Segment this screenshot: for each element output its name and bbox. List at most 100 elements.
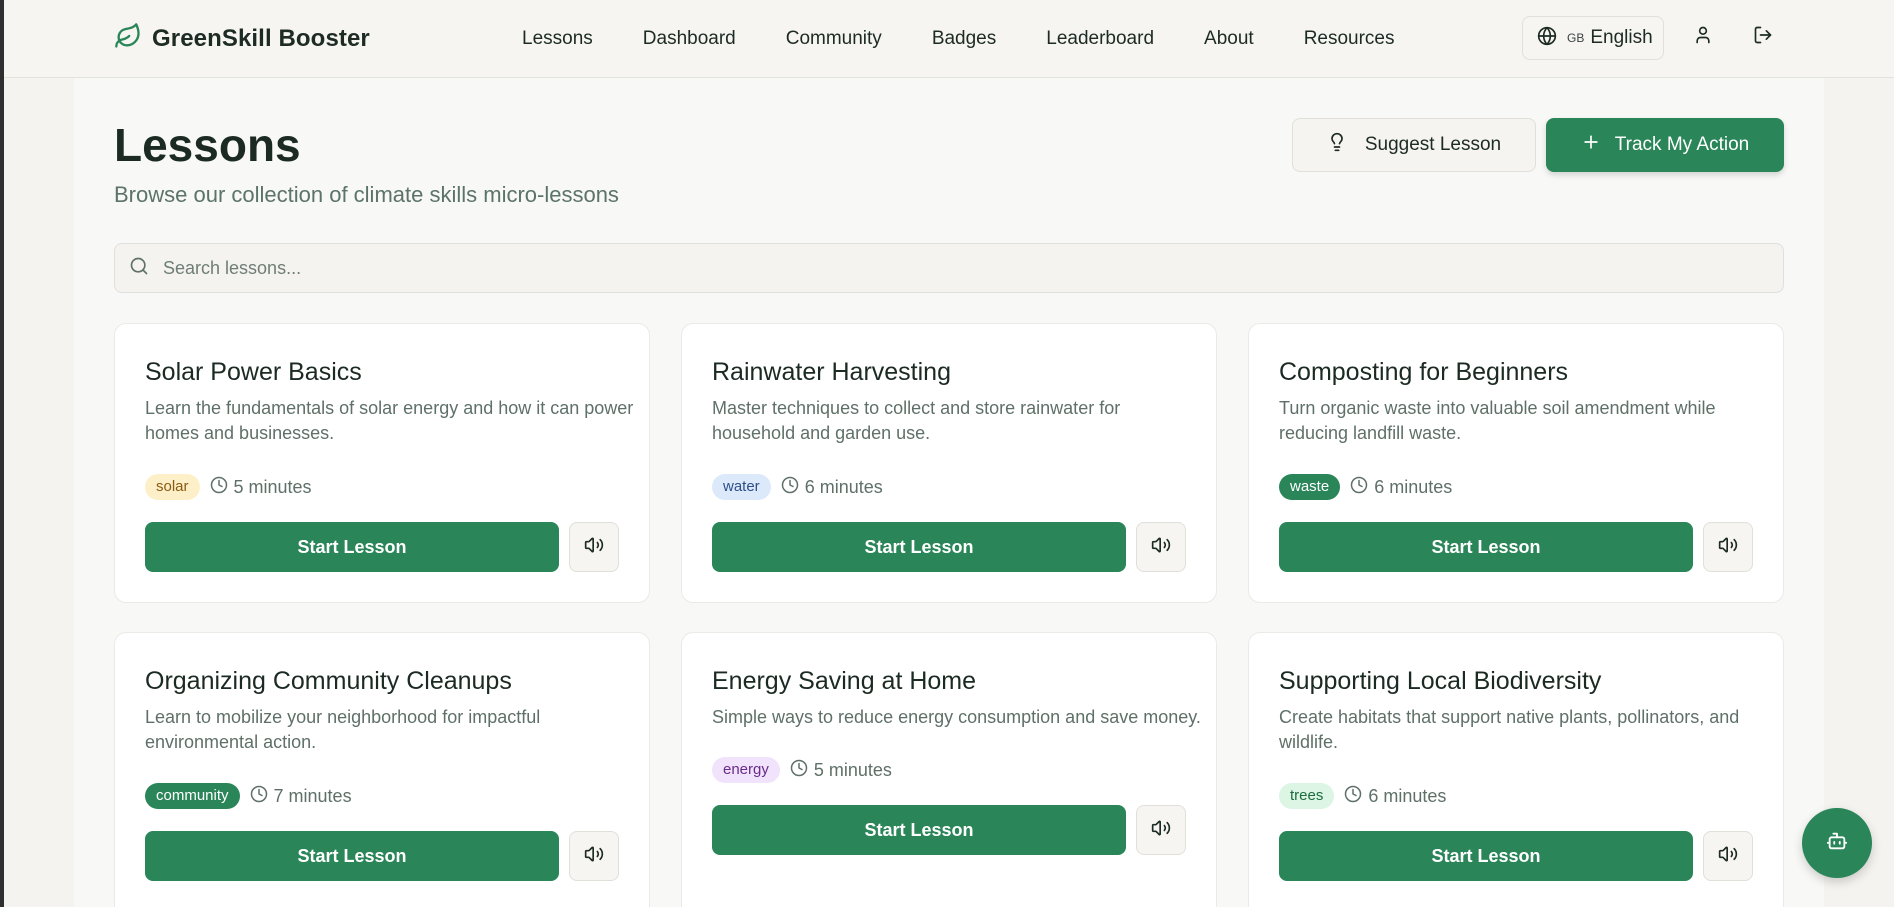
lesson-title: Energy Saving at Home (712, 667, 977, 695)
lesson-tag: solar (145, 474, 200, 500)
lesson-meta: solar 5 minutes (145, 474, 312, 500)
lesson-description: Simple ways to reduce energy consumption… (712, 707, 1201, 727)
lesson-title: Organizing Community Cleanups (145, 667, 512, 695)
duration-text: 6 minutes (1374, 476, 1453, 497)
lessons-page: Lessons Browse our collection of climate… (74, 78, 1824, 907)
lesson-title: Composting for Beginners (1279, 358, 1569, 386)
leaf-icon (114, 22, 142, 55)
listen-button[interactable] (569, 831, 619, 881)
bot-icon (1826, 830, 1848, 857)
lesson-tag: community (145, 783, 240, 809)
listen-button[interactable] (1703, 522, 1753, 572)
language-label: English (1590, 27, 1653, 48)
suggest-lesson-button[interactable]: Suggest Lesson (1292, 118, 1536, 172)
brand[interactable]: GreenSkill Booster (114, 22, 370, 55)
nav-resources[interactable]: Resources (1304, 26, 1395, 52)
lesson-duration: 6 minutes (1350, 476, 1452, 499)
plus-icon (1581, 132, 1601, 158)
suggest-lesson-label: Suggest Lesson (1364, 134, 1502, 155)
clock-icon (1350, 476, 1368, 499)
lesson-meta: community 7 minutes (145, 783, 352, 809)
lesson-card-water: Rainwater Harvesting Master techniques t… (681, 323, 1217, 603)
nav-dashboard[interactable]: Dashboard (643, 26, 736, 52)
nav-about[interactable]: About (1204, 26, 1254, 52)
speaker-icon (584, 844, 604, 869)
speaker-icon (1718, 844, 1738, 869)
lesson-duration: 6 minutes (781, 476, 883, 499)
listen-button[interactable] (1703, 831, 1753, 881)
lesson-card-energy: Energy Saving at Home Simple ways to red… (681, 632, 1217, 907)
lesson-card-waste: Composting for Beginners Turn organic wa… (1248, 323, 1784, 603)
lesson-description: Master techniques to collect and store r… (712, 398, 1121, 443)
logout-icon (1753, 25, 1773, 50)
lesson-title: Solar Power Basics (145, 358, 362, 386)
lightbulb-icon (1327, 132, 1347, 158)
top-navbar: GreenSkill Booster Lessons Dashboard Com… (4, 0, 1894, 78)
lesson-duration: 6 minutes (1344, 785, 1446, 808)
brand-name: GreenSkill Booster (152, 24, 370, 52)
lesson-tag: water (712, 474, 771, 500)
lesson-tag: trees (1279, 783, 1335, 809)
lesson-description: Create habitats that support native plan… (1279, 707, 1740, 752)
lesson-duration: 5 minutes (210, 476, 312, 499)
lesson-meta: waste 6 minutes (1279, 474, 1452, 500)
page-title: Lessons (114, 119, 301, 171)
chat-assistant-button[interactable] (1802, 808, 1872, 878)
clock-icon (250, 785, 268, 808)
search-bar[interactable] (114, 243, 1784, 293)
search-icon (129, 256, 149, 281)
lesson-card-solar: Solar Power Basics Learn the fundamental… (114, 323, 650, 603)
clock-icon (210, 476, 228, 499)
start-lesson-button[interactable]: Start Lesson (145, 522, 559, 572)
track-action-label: Track My Action (1614, 134, 1750, 155)
lesson-title: Supporting Local Biodiversity (1279, 667, 1602, 695)
globe-icon (1537, 26, 1557, 51)
lesson-description: Learn the fundamentals of solar energy a… (145, 398, 634, 443)
duration-text: 6 minutes (804, 476, 883, 497)
start-lesson-button[interactable]: Start Lesson (145, 831, 559, 881)
nav-badges[interactable]: Badges (932, 26, 996, 52)
user-icon (1693, 25, 1713, 50)
duration-text: 5 minutes (813, 759, 892, 780)
lesson-card-trees: Supporting Local Biodiversity Create hab… (1248, 632, 1784, 907)
duration-text: 6 minutes (1368, 785, 1447, 806)
duration-text: 7 minutes (273, 785, 352, 806)
lesson-duration: 7 minutes (250, 785, 352, 808)
start-lesson-button[interactable]: Start Lesson (712, 805, 1126, 855)
main-nav: Lessons Dashboard Community Badges Leade… (522, 26, 1445, 52)
clock-icon (790, 759, 808, 782)
start-lesson-button[interactable]: Start Lesson (1279, 522, 1693, 572)
lesson-meta: water 6 minutes (712, 474, 883, 500)
language-flag: GB (1567, 31, 1585, 45)
lesson-title: Rainwater Harvesting (712, 358, 951, 386)
lesson-meta: trees 6 minutes (1279, 783, 1446, 809)
logout-button[interactable] (1748, 22, 1778, 52)
listen-button[interactable] (1136, 805, 1186, 855)
start-lesson-button[interactable]: Start Lesson (712, 522, 1126, 572)
nav-leaderboard[interactable]: Leaderboard (1046, 26, 1154, 52)
nav-lessons[interactable]: Lessons (522, 26, 593, 52)
page-subtitle: Browse our collection of climate skills … (114, 182, 619, 207)
speaker-icon (1718, 535, 1738, 560)
lesson-tag: energy (712, 757, 780, 783)
speaker-icon (1151, 535, 1171, 560)
lesson-description: Turn organic waste into valuable soil am… (1279, 398, 1716, 443)
duration-text: 5 minutes (233, 476, 312, 497)
lesson-duration: 5 minutes (790, 759, 892, 782)
clock-icon (1344, 785, 1362, 808)
start-lesson-button[interactable]: Start Lesson (1279, 831, 1693, 881)
clock-icon (781, 476, 799, 499)
language-selector[interactable]: GB English (1522, 16, 1664, 60)
lesson-card-community: Organizing Community Cleanups Learn to m… (114, 632, 650, 907)
speaker-icon (584, 535, 604, 560)
search-input[interactable] (163, 257, 1663, 279)
profile-button[interactable] (1688, 22, 1718, 52)
lesson-description: Learn to mobilize your neighborhood for … (145, 707, 541, 752)
track-action-button[interactable]: Track My Action (1546, 118, 1784, 172)
listen-button[interactable] (569, 522, 619, 572)
listen-button[interactable] (1136, 522, 1186, 572)
speaker-icon (1151, 818, 1171, 843)
lesson-tag: waste (1279, 474, 1341, 500)
lesson-meta: energy 5 minutes (712, 757, 892, 783)
nav-community[interactable]: Community (786, 26, 882, 52)
